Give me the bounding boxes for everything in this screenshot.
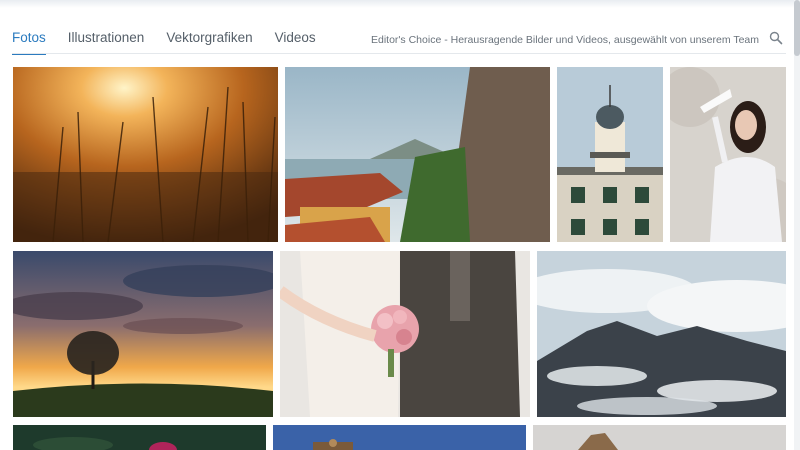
photo-golden-grass-sunset[interactable] (13, 67, 278, 242)
photo-blue-sky-dome[interactable] (273, 425, 526, 450)
media-type-tabs: Fotos Illustrationen Vektorgrafiken Vide… (12, 30, 316, 55)
header-divider (12, 53, 786, 54)
photo-wedding-couple-bouquet[interactable] (280, 251, 530, 417)
photo-lone-tree-sunset[interactable] (13, 251, 273, 417)
search-icon[interactable] (769, 31, 783, 45)
photo-woman-with-feather[interactable] (670, 67, 786, 242)
tab-videos[interactable]: Videos (275, 30, 316, 55)
photo-mountains-above-clouds[interactable] (537, 251, 786, 417)
editors-choice-link[interactable]: Editor's Choice - Herausragende Bilder u… (371, 34, 759, 46)
photo-dark-flowers[interactable] (13, 425, 266, 450)
tab-illustrationen[interactable]: Illustrationen (68, 30, 145, 55)
tab-fotos[interactable]: Fotos (12, 30, 46, 55)
photo-lighthouse-tower[interactable] (557, 67, 663, 242)
photo-rock-formation[interactable] (533, 425, 786, 450)
page-scrollbar[interactable] (794, 0, 800, 450)
top-shadow (0, 0, 794, 8)
tab-vektorgrafiken[interactable]: Vektorgrafiken (166, 30, 252, 55)
scrollbar-thumb[interactable] (794, 0, 800, 56)
photo-lake-village-rooftops[interactable] (285, 67, 550, 242)
